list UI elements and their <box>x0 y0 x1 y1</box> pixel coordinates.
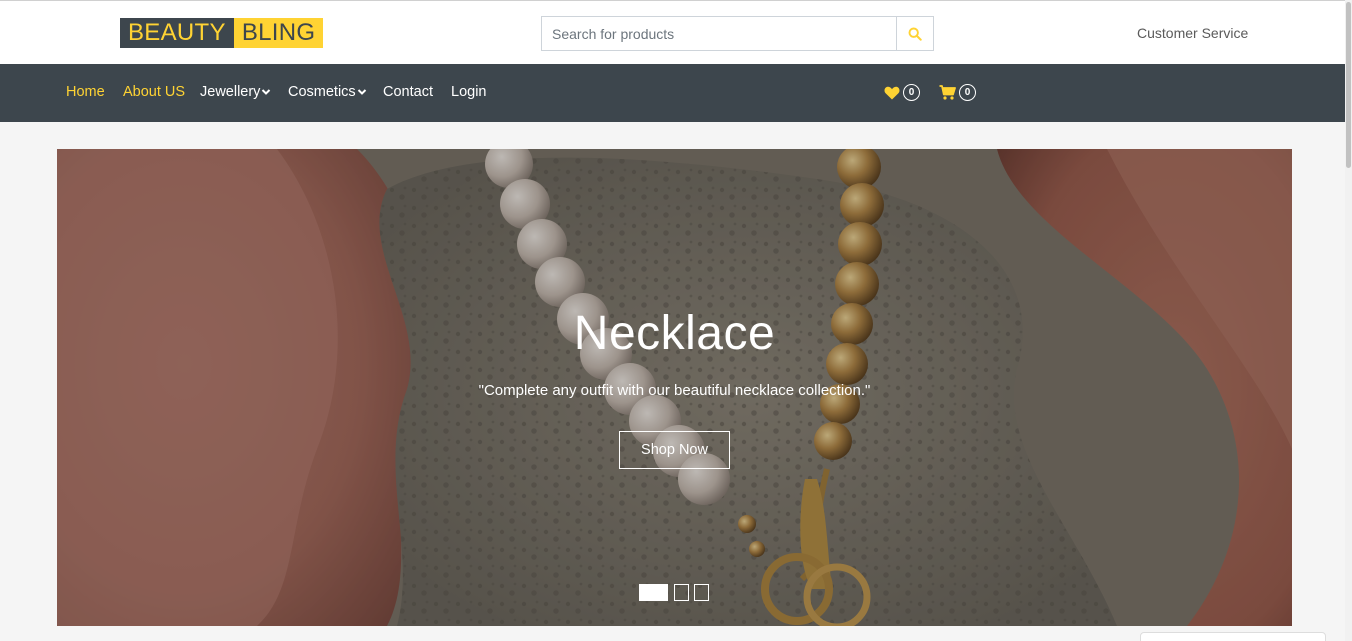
top-header: BEAUTY BLING Customer Service <box>0 0 1352 64</box>
nav-cosmetics-dropdown[interactable]: Cosmetics <box>288 84 367 100</box>
cart-button[interactable]: 0 <box>939 84 976 101</box>
wishlist-count-badge: 0 <box>903 84 920 101</box>
carousel-indicator-1[interactable] <box>639 584 668 601</box>
nav-about[interactable]: About US <box>123 84 185 100</box>
main-nav: Home About US Jewellery Cosmetics Contac… <box>0 64 1352 122</box>
nav-home-label: Home <box>66 84 105 100</box>
nav-login-label: Login <box>451 84 487 100</box>
nav-home[interactable]: Home <box>66 84 105 100</box>
nav-jewellery-dropdown[interactable]: Jewellery <box>200 84 271 100</box>
nav-login[interactable]: Login <box>451 84 486 100</box>
shopping-cart-icon <box>939 85 956 100</box>
page-scrollbar-thumb[interactable] <box>1346 2 1351 168</box>
hero-subtitle: "Complete any outfit with our beautiful … <box>478 382 871 399</box>
nav-cosmetics-label: Cosmetics <box>288 84 356 100</box>
wishlist-button[interactable]: 0 <box>884 84 920 101</box>
heart-icon <box>884 86 900 99</box>
carousel-indicator-2[interactable] <box>674 584 689 601</box>
search-form <box>541 16 934 51</box>
search-button[interactable] <box>896 17 933 50</box>
hero-title: Necklace <box>573 307 776 360</box>
shop-now-button[interactable]: Shop Now <box>619 431 730 469</box>
search-icon <box>908 27 922 41</box>
search-input[interactable] <box>542 17 896 50</box>
chevron-down-icon <box>357 89 366 95</box>
chevron-down-icon <box>262 89 271 95</box>
customer-service-link[interactable]: Customer Service <box>1137 25 1248 41</box>
nav-contact-label: Contact <box>383 84 433 100</box>
cart-count-badge: 0 <box>959 84 976 101</box>
nav-about-label: About US <box>123 84 186 100</box>
brand-logo[interactable]: BEAUTY BLING <box>120 18 324 48</box>
nav-jewellery-label: Jewellery <box>200 84 261 100</box>
corner-widget[interactable] <box>1140 632 1326 641</box>
nav-contact[interactable]: Contact <box>383 84 433 100</box>
hero-carousel: Necklace "Complete any outfit with our b… <box>57 149 1292 626</box>
brand-logo-part2: BLING <box>233 18 324 48</box>
carousel-indicator-3[interactable] <box>694 584 709 601</box>
brand-logo-part1: BEAUTY <box>120 18 234 48</box>
